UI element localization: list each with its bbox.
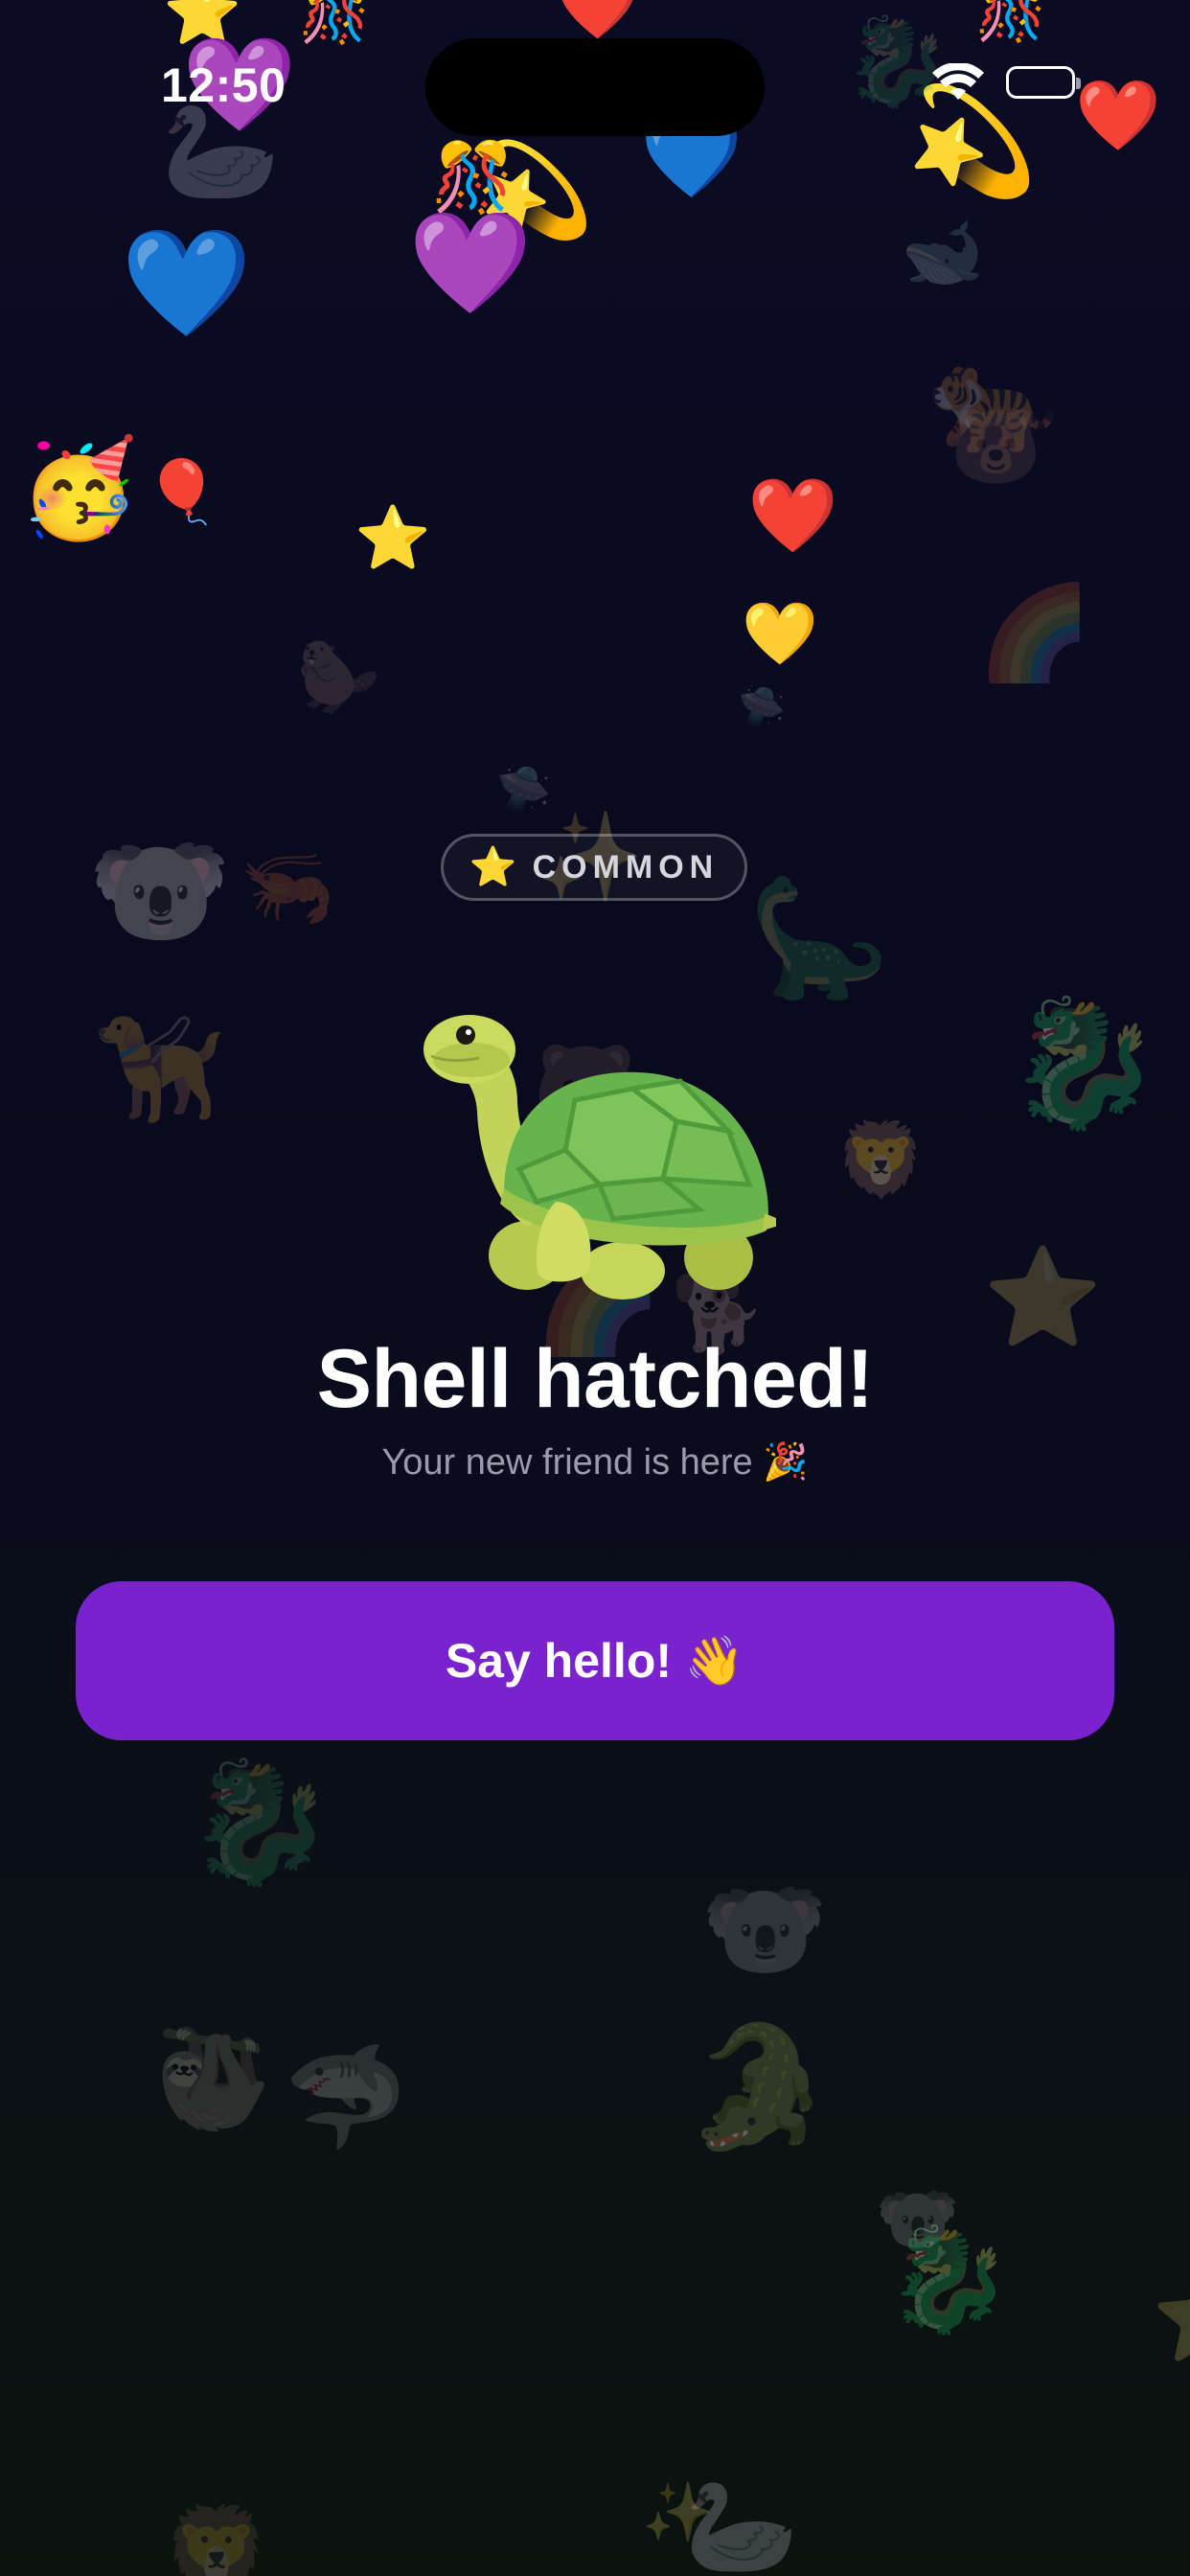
swan-icon: 🦢 bbox=[684, 2472, 799, 2576]
red-heart-icon: ❤️ bbox=[1075, 75, 1161, 155]
star-icon: ⭐ bbox=[469, 846, 517, 888]
koala-icon: 🐨 bbox=[701, 1870, 828, 1988]
sloth-icon: 🦥 bbox=[153, 2023, 273, 2135]
rainbow-icon: 🌈 bbox=[977, 579, 1092, 686]
dragon-icon: 🐉 bbox=[186, 1754, 334, 1892]
page-title: Shell hatched! bbox=[316, 1333, 874, 1425]
bear-icon: 🐻 bbox=[950, 403, 1041, 489]
turtle-icon bbox=[412, 997, 788, 1303]
confetti-icon: 🎊 bbox=[975, 0, 1047, 45]
red-heart-icon: ❤️ bbox=[747, 472, 838, 558]
status-time: 12:50 bbox=[161, 58, 286, 112]
heart-icon: ❤️ bbox=[556, 0, 640, 44]
say-hello-button[interactable]: Say hello! 👋 bbox=[76, 1581, 1114, 1740]
rarity-label: COMMON bbox=[532, 848, 720, 886]
rarity-badge: ⭐ COMMON bbox=[441, 834, 747, 901]
ufo-icon: 🛸 bbox=[496, 763, 552, 815]
dynamic-island bbox=[425, 38, 765, 136]
battery-icon bbox=[1006, 66, 1081, 99]
lion-icon: 🦁 bbox=[163, 2501, 271, 2576]
swan-icon: 🦢 bbox=[161, 95, 281, 207]
beaver-icon: 🦫 bbox=[297, 638, 381, 717]
whale-icon: 🐋 bbox=[901, 213, 985, 291]
dinosaur-icon: 🦕 bbox=[747, 872, 891, 1005]
crocodile-icon: 🐊 bbox=[684, 2018, 833, 2156]
star-icon: ⭐ bbox=[355, 503, 431, 574]
star-icon: ⭐ bbox=[1152, 2275, 1190, 2361]
guide-dog-icon: 🦮 bbox=[94, 1007, 225, 1130]
balloon-icon: 🎈 bbox=[144, 457, 220, 528]
purple-heart-icon: 💜 bbox=[408, 204, 533, 321]
dragon-icon: 🐉 bbox=[885, 2220, 1012, 2338]
page-subtitle: Your new friend is here 🎉 bbox=[381, 1442, 809, 1483]
confetti-icon: 🎊 bbox=[299, 0, 371, 47]
yellow-heart-icon: 💛 bbox=[742, 599, 818, 670]
shrimp-icon: 🦐 bbox=[240, 842, 335, 932]
blue-heart-icon: 💙 bbox=[121, 221, 252, 344]
dragon-icon: 🐉 bbox=[1006, 990, 1161, 1136]
party-hat-icon: 🥳 bbox=[19, 432, 139, 544]
ufo-icon: 🛸 bbox=[738, 685, 786, 729]
confetti-icon: 🎊 bbox=[431, 138, 515, 217]
wifi-icon bbox=[931, 63, 985, 102]
lion-icon: 🦁 bbox=[835, 1116, 927, 1202]
shark-icon: 🦈 bbox=[284, 2038, 408, 2155]
status-icons bbox=[931, 63, 1081, 102]
star-icon: ⭐ bbox=[983, 1241, 1103, 1353]
koala-icon: 🐨 bbox=[88, 824, 232, 957]
